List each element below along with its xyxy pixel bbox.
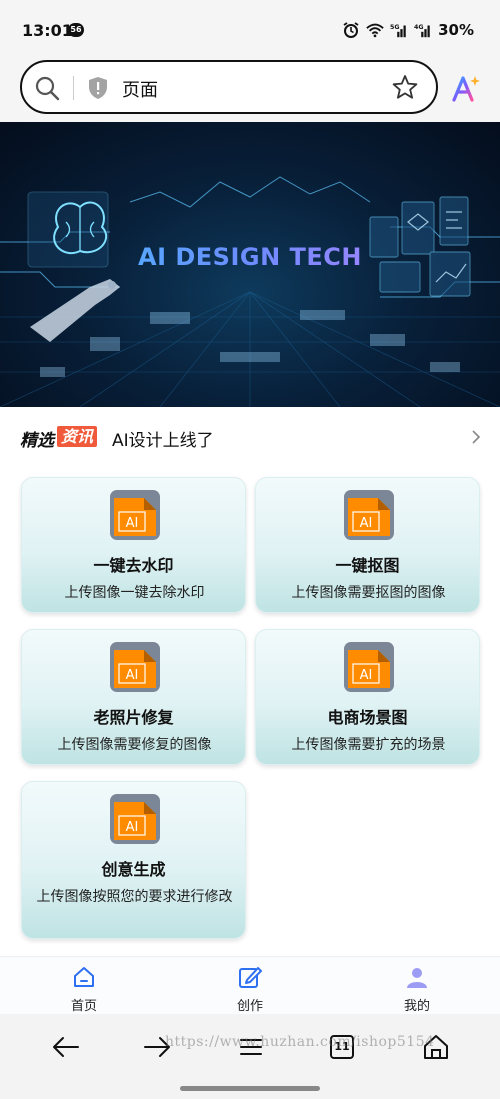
tab-label: 我的: [403, 999, 430, 1014]
status-bar: 13:01 56 5G 4G 30%: [0, 0, 500, 58]
user-icon: [407, 968, 427, 988]
status-icons: 5G 4G 30%: [342, 21, 474, 39]
feature-card-ecommerce-scene[interactable]: AI 电商场景图 上传图像需要扩充的场景: [255, 629, 480, 765]
signal-4g-icon: 4G: [414, 24, 430, 38]
home-indicator[interactable]: [180, 1086, 320, 1091]
ai-file-icon: AI: [344, 642, 394, 692]
notification-badge: 56: [68, 23, 84, 37]
address-text[interactable]: 页面: [122, 76, 158, 102]
svg-text:4G: 4G: [414, 24, 424, 31]
address-bar[interactable]: 页面: [20, 60, 438, 114]
browser-nav-bar: 11 https://www.huzhan.com/ishop5154: [0, 1014, 500, 1099]
card-title: 电商场景图: [327, 708, 408, 727]
card-title: 老照片修复: [93, 708, 174, 727]
svg-text:AI: AI: [126, 668, 139, 683]
ai-assistant-icon[interactable]: [451, 73, 481, 103]
feature-card-cutout[interactable]: AI 一键抠图 上传图像需要抠图的图像: [255, 477, 480, 613]
home-icon: [74, 967, 94, 987]
tab-create[interactable]: 创作: [190, 957, 310, 1015]
bottom-tab-bar: 首页 创作 我的: [0, 956, 500, 1014]
ai-file-icon: AI: [110, 490, 160, 540]
card-title: 一键去水印: [93, 556, 174, 575]
address-divider: [73, 76, 74, 100]
news-tag-featured: 精选: [20, 431, 54, 451]
tab-label: 创作: [236, 999, 263, 1014]
card-description: 上传图像需要扩充的场景: [291, 737, 446, 753]
card-description: 上传图像按照您的要求进行修改: [36, 889, 233, 905]
svg-text:AI: AI: [126, 516, 139, 531]
svg-text:AI: AI: [126, 820, 139, 835]
ai-file-icon: AI: [344, 490, 394, 540]
banner-title: AI DESIGN TECH: [0, 243, 500, 271]
svg-text:AI: AI: [360, 516, 373, 531]
bookmark-star-icon[interactable]: [392, 74, 418, 100]
tab-home[interactable]: 首页: [24, 957, 144, 1015]
news-ticker[interactable]: 精选 资讯 AI设计上线了: [0, 418, 500, 458]
alarm-icon: [343, 22, 359, 38]
signal-5g-icon: 5G: [390, 24, 406, 38]
edit-icon: [239, 967, 262, 988]
browser-toolbar: 页面: [0, 58, 500, 122]
ai-file-icon: AI: [110, 794, 160, 844]
ai-file-icon: AI: [110, 642, 160, 692]
back-arrow-icon[interactable]: [51, 1032, 81, 1062]
status-time: 13:01: [22, 21, 73, 40]
watermark-text: https://www.huzhan.com/ishop5154: [165, 1034, 435, 1050]
hero-banner[interactable]: AI DESIGN TECH: [0, 122, 500, 407]
wifi-icon: [366, 23, 384, 38]
news-headline[interactable]: AI设计上线了: [112, 426, 214, 451]
feature-card-photo-restore[interactable]: AI 老照片修复 上传图像需要修复的图像: [21, 629, 246, 765]
feature-card-watermark[interactable]: AI 一键去水印 上传图像一键去除水印: [21, 477, 246, 613]
svg-text:5G: 5G: [390, 24, 400, 31]
card-title: 一键抠图: [335, 556, 400, 575]
shield-icon[interactable]: [87, 76, 109, 100]
card-title: 创意生成: [101, 860, 166, 879]
search-icon[interactable]: [34, 75, 60, 101]
news-tag-news: 资讯: [57, 426, 98, 447]
tab-profile[interactable]: 我的: [357, 957, 477, 1015]
card-description: 上传图像一键去除水印: [64, 585, 205, 601]
svg-text:AI: AI: [360, 668, 373, 683]
tab-label: 首页: [70, 999, 97, 1014]
feature-card-creative[interactable]: AI 创意生成 上传图像按照您的要求进行修改: [21, 781, 246, 939]
chevron-right-icon[interactable]: [470, 429, 482, 445]
battery-level: 30%: [438, 21, 474, 39]
card-description: 上传图像需要修复的图像: [57, 737, 212, 753]
card-description: 上传图像需要抠图的图像: [291, 585, 446, 601]
